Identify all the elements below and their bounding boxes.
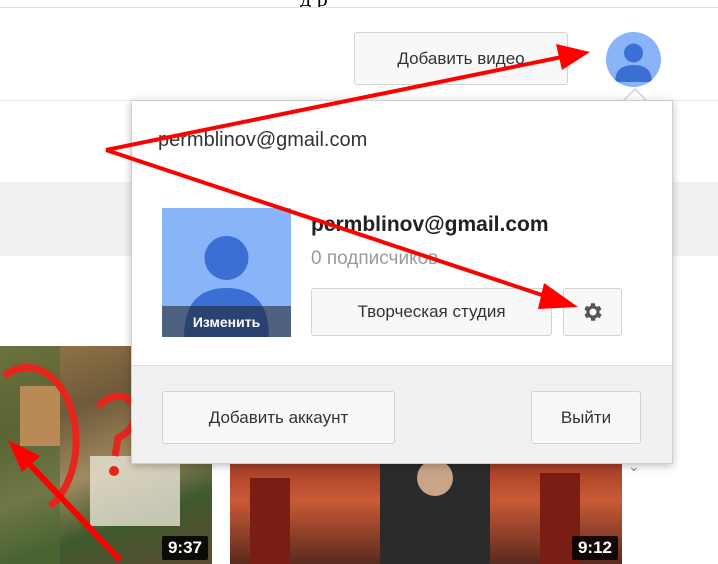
account-popup: permblinov@gmail.com Изменить permblinov… bbox=[131, 100, 673, 464]
account-name: permblinov@gmail.com bbox=[311, 213, 549, 236]
caption-strip: д р bbox=[0, 0, 718, 8]
user-avatar-icon[interactable] bbox=[606, 32, 661, 87]
subscriber-count: 0 подписчиков bbox=[311, 248, 439, 269]
video-thumbnail[interactable]: 9:12 bbox=[230, 458, 622, 564]
caption-fragment: д р bbox=[300, 0, 328, 7]
video-duration-badge: 9:12 bbox=[571, 536, 618, 560]
upload-video-button[interactable]: Добавить видео bbox=[354, 32, 568, 85]
popup-email: permblinov@gmail.com bbox=[158, 129, 368, 151]
change-photo-button[interactable]: Изменить bbox=[162, 306, 291, 337]
video-duration-badge: 9:37 bbox=[161, 536, 208, 560]
masthead: Добавить видео bbox=[0, 8, 718, 101]
logout-button[interactable]: Выйти bbox=[531, 391, 641, 444]
add-account-button[interactable]: Добавить аккаунт bbox=[162, 391, 395, 444]
settings-button[interactable] bbox=[563, 288, 622, 336]
profile-photo[interactable]: Изменить bbox=[162, 208, 291, 337]
gear-icon bbox=[583, 303, 602, 321]
creator-studio-button[interactable]: Творческая студия bbox=[311, 288, 552, 336]
popup-footer: Добавить аккаунт Выйти bbox=[132, 365, 672, 463]
